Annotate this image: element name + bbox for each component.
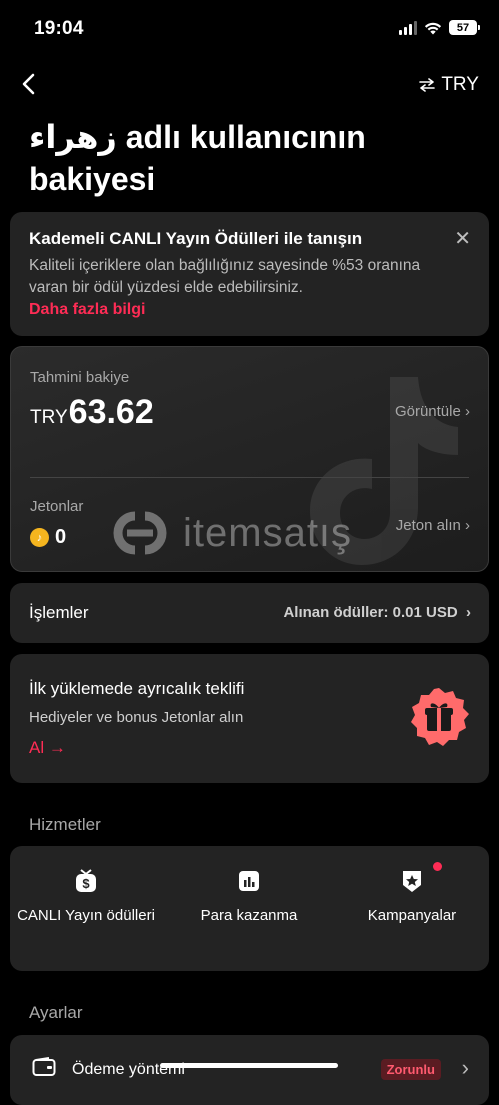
status-icons: 57 (399, 20, 480, 35)
currency-switch-button[interactable]: TRY (419, 74, 479, 96)
earnings-chart-icon (239, 871, 259, 891)
transactions-row[interactable]: İşlemler Alınan ödüller: 0.01 USD › (10, 583, 489, 643)
home-indicator (160, 1063, 338, 1068)
promo-card: Kademeli CANLI Yayın Ödülleri ile tanışı… (10, 212, 489, 336)
coins-row: ♪ 0 (30, 526, 66, 549)
services-card: $ CANLI Yayın ödülleri Para kazanma Kamp… (10, 846, 489, 971)
services-heading: Hizmetler (29, 815, 101, 834)
notification-dot (433, 862, 442, 871)
first-topup-offer-card: İlk yüklemede ayrıcalık teklifi Hediyele… (10, 654, 489, 783)
currency-label: TRY (441, 74, 479, 95)
view-balance-link[interactable]: Görüntüle › (395, 403, 470, 420)
svg-text:$: $ (82, 876, 90, 891)
wallet-icon (32, 1057, 56, 1076)
transactions-title: İşlemler (29, 603, 89, 622)
wifi-icon (424, 22, 442, 34)
page-title: زهراء adlı kullanıcının bakiyesi (29, 119, 366, 197)
signal-icon (399, 20, 417, 35)
service-live-rewards[interactable]: $ CANLI Yayın ödülleri (16, 868, 156, 926)
view-balance-label: Görüntüle (394, 403, 461, 420)
coin-icon: ♪ (30, 528, 49, 547)
balance-label: Tahmini bakiye (30, 369, 130, 386)
payment-method-row[interactable]: Ödeme yöntemi Zorunlu › (10, 1035, 489, 1105)
service-label: Para kazanma (200, 907, 298, 924)
status-time: 19:04 (34, 18, 84, 39)
learn-more-link[interactable]: Daha fazla bilgi (29, 301, 145, 319)
service-earnings[interactable]: Para kazanma (179, 868, 319, 926)
watermark: itemsatış (105, 510, 352, 556)
rewards-received-label: Alınan ödüller: 0.01 USD (283, 604, 458, 621)
rewards-received: Alınan ödüller: 0.01 USD › (283, 604, 471, 621)
service-campaigns[interactable]: Kampanyalar (342, 868, 482, 926)
divider (30, 477, 469, 478)
settings-heading: Ayarlar (29, 1003, 83, 1022)
chevron-right-icon: › (461, 1055, 469, 1080)
balance-currency: TRY (30, 407, 68, 428)
swap-icon (419, 78, 436, 92)
balance-card: Tahmini bakiye TRY 63.62 Görüntüle › Jet… (10, 346, 489, 572)
promo-text: Kaliteli içeriklere olan bağlılığınız sa… (29, 257, 421, 296)
gift-icon[interactable] (407, 686, 471, 750)
watermark-text: itemsatış (183, 510, 353, 555)
offer-subtitle: Hediyeler ve bonus Jetonlar alın (29, 709, 244, 726)
balance-amount: TRY 63.62 (30, 393, 154, 432)
campaign-badge-icon (403, 871, 421, 892)
required-badge: Zorunlu (380, 1059, 441, 1080)
service-label: CANLI Yayın ödülleri (17, 907, 155, 924)
battery-icon: 57 (449, 20, 480, 35)
coins-label: Jetonlar (30, 498, 84, 515)
coins-value: 0 (55, 526, 67, 548)
offer-title: İlk yüklemede ayrıcalık teklifi (29, 679, 245, 698)
offer-buy-link[interactable]: Al → (29, 738, 66, 758)
service-label: Kampanyalar (367, 907, 457, 924)
promo-title: Kademeli CANLI Yayın Ödülleri ile tanışı… (29, 229, 363, 248)
balance-value: 63.62 (68, 393, 154, 431)
get-coins-label: Jeton alın (395, 517, 461, 534)
back-arrow-icon[interactable] (18, 70, 44, 98)
close-icon[interactable]: ✕ (454, 226, 471, 251)
watermark-logo-icon (113, 511, 167, 555)
live-reward-icon: $ (76, 869, 96, 892)
get-coins-link[interactable]: Jeton alın › (396, 517, 470, 534)
